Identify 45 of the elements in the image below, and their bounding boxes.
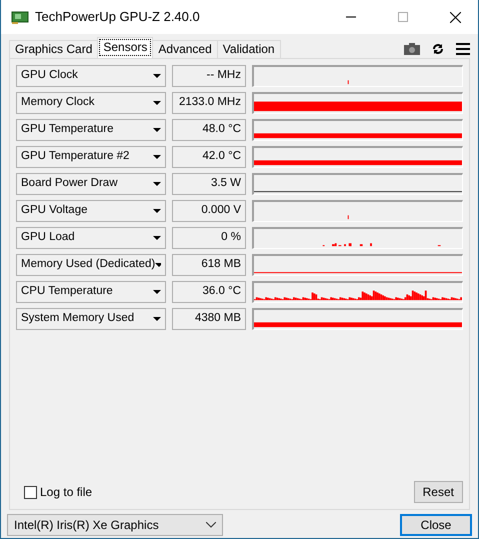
- dropdown-arrow-icon: [153, 128, 161, 132]
- dropdown-arrow-icon: [153, 317, 161, 321]
- dropdown-arrow-icon: [155, 263, 161, 267]
- sensor-value: 4380 MB: [172, 308, 246, 330]
- tab[interactable]: Graphics Card: [9, 40, 98, 58]
- dropdown-arrow-icon: [153, 101, 161, 105]
- sensor-value: 0 %: [172, 227, 246, 249]
- refresh-icon[interactable]: [432, 43, 444, 55]
- dropdown-arrow-icon: [153, 182, 161, 186]
- sensor-dropdown[interactable]: Memory Used (Dedicated): [16, 254, 166, 276]
- reset-button[interactable]: Reset: [414, 481, 463, 503]
- sensor-value: 48.0 °C: [172, 119, 246, 141]
- gpu-select[interactable]: Intel(R) Iris(R) Xe Graphics: [7, 514, 223, 536]
- tab[interactable]: Validation: [216, 40, 281, 58]
- sensor-dropdown[interactable]: GPU Temperature: [16, 119, 166, 141]
- dropdown-arrow-icon: [153, 209, 161, 213]
- window-title: TechPowerUp GPU-Z 2.40.0: [35, 8, 201, 26]
- dropdown-arrow-icon: [153, 290, 161, 294]
- sensor-value: 36.0 °C: [172, 281, 246, 303]
- dropdown-arrow-icon: [153, 155, 161, 159]
- app-icon: [11, 10, 29, 24]
- sensor-value: 2133.0 MHz: [172, 92, 246, 114]
- sensor-dropdown[interactable]: GPU Clock: [16, 65, 166, 87]
- close-icon[interactable]: [450, 12, 460, 22]
- sensor-dropdown[interactable]: Board Power Draw: [16, 173, 166, 195]
- checkbox[interactable]: [24, 486, 37, 498]
- tab[interactable]: Sensors: [97, 37, 154, 58]
- close-dialog-button[interactable]: Close: [400, 514, 472, 536]
- sensor-value: 618 MB: [172, 254, 246, 276]
- sensor-dropdown[interactable]: GPU Load: [16, 227, 166, 249]
- sensor-dropdown[interactable]: System Memory Used: [16, 308, 166, 330]
- sensor-value: 42.0 °C: [172, 146, 246, 168]
- dropdown-arrow-icon: [153, 236, 161, 240]
- sensor-dropdown[interactable]: Memory Clock: [16, 92, 166, 114]
- dropdown-arrow-icon: [153, 74, 161, 78]
- sensor-dropdown[interactable]: GPU Voltage: [16, 200, 166, 222]
- menu-icon[interactable]: [456, 43, 470, 55]
- sensor-dropdown[interactable]: GPU Temperature #2: [16, 146, 166, 168]
- sensor-value: -- MHz: [172, 65, 246, 87]
- checkbox-label[interactable]: Log to file: [40, 483, 92, 501]
- sensor-value: 3.5 W: [172, 173, 246, 195]
- sensor-value: 0.000 V: [172, 200, 246, 222]
- chevron-icon: [206, 522, 216, 528]
- sensor-dropdown[interactable]: CPU Temperature: [16, 281, 166, 303]
- camera-icon[interactable]: [404, 43, 420, 55]
